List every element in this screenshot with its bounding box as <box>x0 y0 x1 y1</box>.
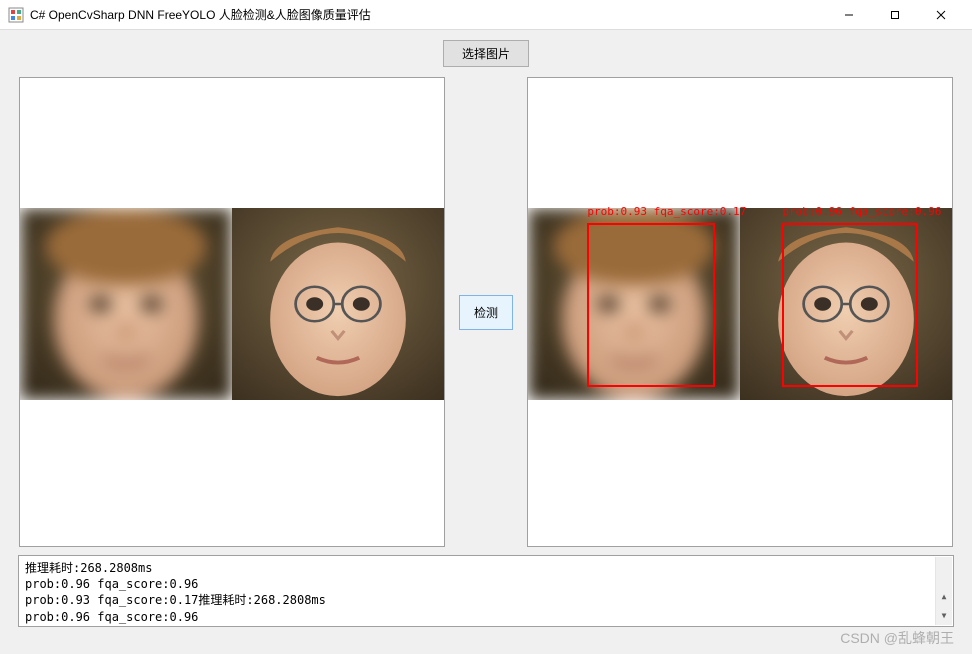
output-line-1: 推理耗时:268.2808ms <box>198 593 325 607</box>
window-controls <box>826 0 964 30</box>
detection-label-0: prob:0.93 fqa_score:0.17 <box>587 205 746 218</box>
input-face-left <box>20 208 232 400</box>
input-face-right <box>232 208 444 400</box>
input-image-panel <box>19 77 445 547</box>
close-button[interactable] <box>918 0 964 30</box>
titlebar: C# OpenCvSharp DNN FreeYOLO 人脸检测&人脸图像质量评… <box>0 0 972 30</box>
minimize-button[interactable] <box>826 0 872 30</box>
output-image-panel: prob:0.93 fqa_score:0.17 prob:0.96 fqa_s… <box>527 77 953 547</box>
maximize-button[interactable] <box>872 0 918 30</box>
detection-box-0 <box>587 223 714 386</box>
main-row: 检测 <box>0 77 972 547</box>
app-icon <box>8 7 24 23</box>
scroll-down-icon[interactable]: ▼ <box>936 608 952 625</box>
top-toolbar: 选择图片 <box>0 30 972 67</box>
watermark: CSDN @乱蜂朝王 <box>840 628 954 648</box>
detection-box-1 <box>782 223 918 386</box>
output-scrollbar[interactable]: ▲ ▼ <box>935 557 952 625</box>
detect-button[interactable]: 检测 <box>459 295 513 330</box>
output-line-2: prob:0.96 fqa_score:0.96 <box>25 610 198 624</box>
client-area: 选择图片 <box>0 30 972 654</box>
output-image: prob:0.93 fqa_score:0.17 prob:0.96 fqa_s… <box>528 208 952 400</box>
output-textbox[interactable]: 推理耗时:268.2808ms prob:0.96 fqa_score:0.96… <box>18 555 954 627</box>
window-title: C# OpenCvSharp DNN FreeYOLO 人脸检测&人脸图像质量评… <box>30 6 826 23</box>
select-image-button[interactable]: 选择图片 <box>443 40 529 67</box>
output-line-3: prob:0.93 fqa_score:0.17 <box>25 626 198 627</box>
input-image <box>20 208 444 400</box>
scroll-up-icon[interactable]: ▲ <box>936 589 952 606</box>
detection-label-1: prob:0.96 fqa_score:0.96 <box>782 205 941 218</box>
